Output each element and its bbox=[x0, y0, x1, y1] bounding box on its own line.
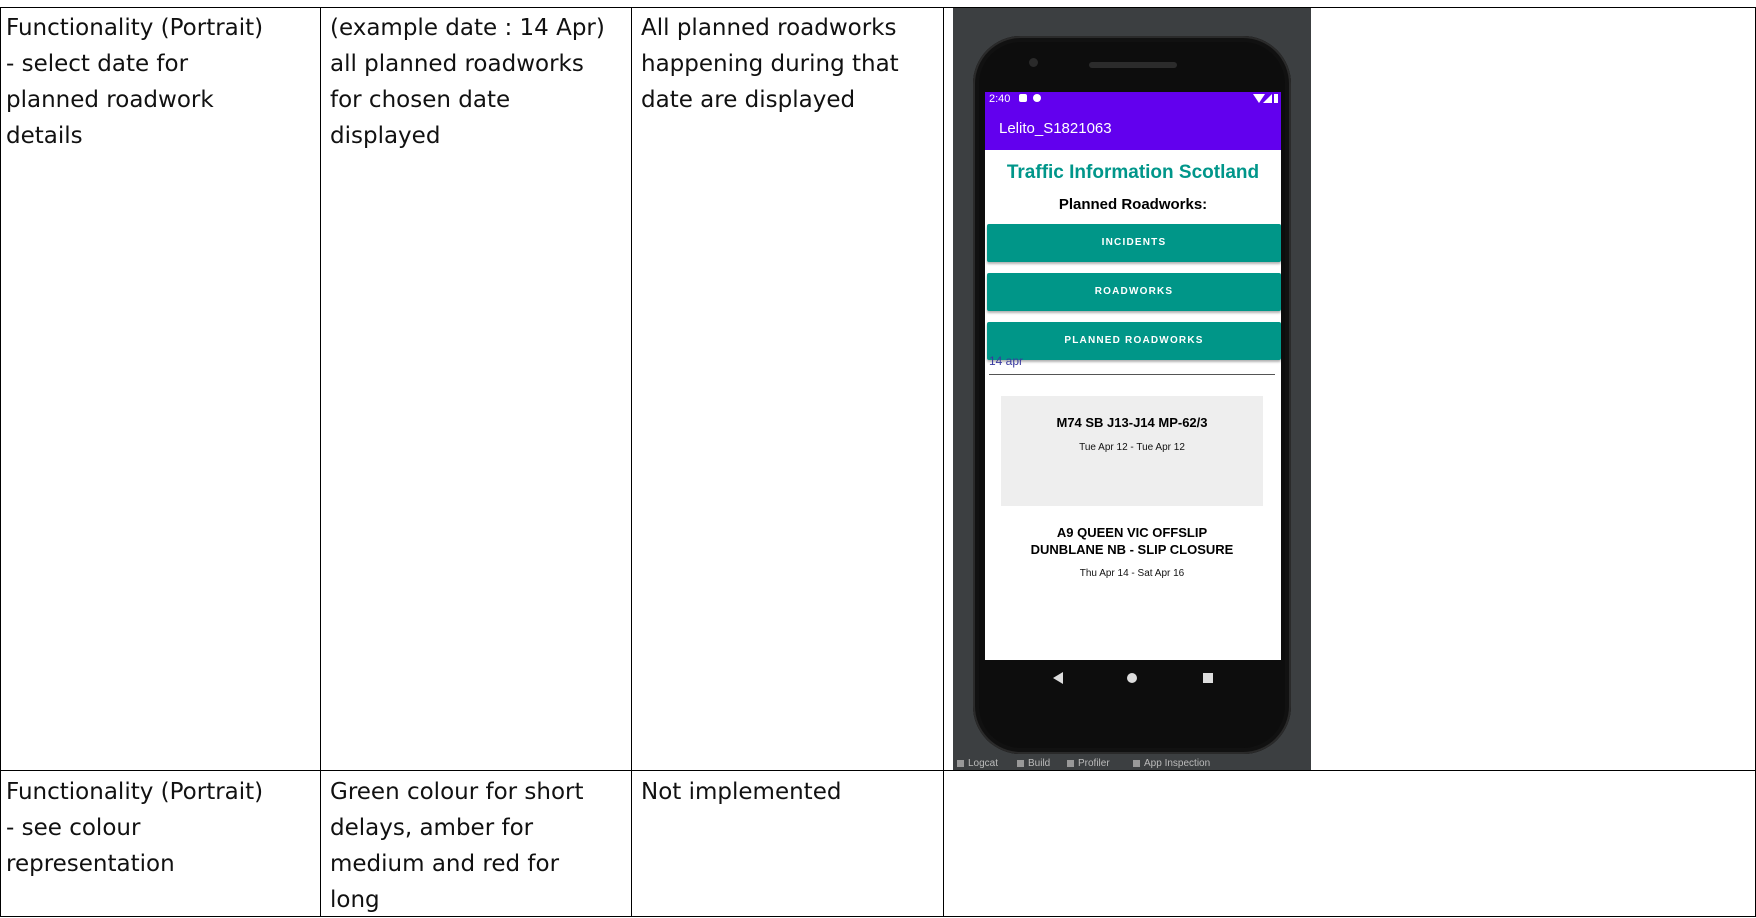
row2-functionality: Functionality (Portrait) - see colour re… bbox=[6, 779, 264, 877]
app-notification-icon bbox=[1033, 94, 1041, 102]
table-bottom-border bbox=[0, 916, 1756, 917]
speaker-grille bbox=[1089, 62, 1177, 68]
logcat-icon bbox=[957, 759, 964, 767]
date-input[interactable]: 14 apr bbox=[989, 354, 1023, 368]
planned-roadworks-button[interactable]: PLANNED ROADWORKS bbox=[987, 322, 1281, 360]
recents-icon[interactable] bbox=[1203, 673, 1213, 683]
profiler-icon bbox=[1067, 759, 1074, 767]
roadworks-button[interactable]: ROADWORKS bbox=[987, 273, 1281, 311]
table-left-border bbox=[0, 7, 1, 917]
table-top-border bbox=[0, 7, 1756, 8]
roadwork-card[interactable]: M74 SB J13-J14 MP-62/3 Tue Apr 12 - Tue … bbox=[1001, 396, 1263, 506]
ide-tool-label: Logcat bbox=[968, 758, 999, 769]
signal-icon bbox=[1263, 94, 1272, 103]
row1-actual: All planned roadworks happening during t… bbox=[641, 15, 899, 113]
ide-tool-logcat[interactable]: Logcat bbox=[957, 758, 998, 769]
ide-tool-label: Build bbox=[1028, 758, 1051, 769]
camera-icon bbox=[1029, 58, 1038, 67]
app-heading: Traffic Information Scotland bbox=[1006, 162, 1260, 183]
android-nav-bar bbox=[985, 660, 1281, 702]
roadwork-dates: Thu Apr 14 - Sat Apr 16 bbox=[1079, 568, 1185, 579]
app-title: Lelito_S1821063 bbox=[999, 120, 1112, 137]
roadwork-title: A9 QUEEN VIC OFFSLIP DUNBLANE NB - SLIP … bbox=[1030, 525, 1234, 557]
ide-tool-app-inspection[interactable]: App Inspection bbox=[1133, 758, 1210, 769]
table-row-divider bbox=[0, 770, 1756, 771]
row1-functionality: Functionality (Portrait) - select date f… bbox=[6, 15, 264, 149]
app-bar: Lelito_S1821063 bbox=[985, 108, 1281, 150]
home-icon[interactable] bbox=[1127, 673, 1137, 683]
ide-tool-profiler[interactable]: Profiler bbox=[1067, 758, 1110, 769]
row2-actual: Not implemented bbox=[641, 779, 842, 805]
inspection-icon bbox=[1133, 759, 1140, 767]
section-heading: Planned Roadworks: bbox=[1058, 196, 1208, 213]
row2-expected: Green colour for short delays, amber for… bbox=[330, 779, 584, 913]
table-col-divider-1 bbox=[320, 7, 321, 917]
ide-tool-bar: Logcat Build Profiler App Inspection bbox=[953, 758, 1311, 770]
table-col-divider-2 bbox=[631, 7, 632, 917]
ide-tool-label: Profiler bbox=[1078, 758, 1110, 769]
hammer-icon bbox=[1017, 759, 1024, 767]
ide-tool-label: App Inspection bbox=[1144, 758, 1211, 769]
status-time: 2:40 bbox=[989, 93, 1011, 105]
notification-icon bbox=[1019, 94, 1027, 102]
status-bar: 2:40 bbox=[985, 92, 1281, 108]
incidents-button[interactable]: INCIDENTS bbox=[987, 224, 1281, 262]
table-col-divider-3 bbox=[943, 7, 944, 917]
emulator-screenshot: 2:40 Lelito_S1821063 Traffic Information… bbox=[953, 8, 1311, 770]
roadwork-card[interactable]: A9 QUEEN VIC OFFSLIP DUNBLANE NB - SLIP … bbox=[1001, 510, 1263, 610]
roadwork-dates: Tue Apr 12 - Tue Apr 12 bbox=[1079, 442, 1185, 453]
battery-icon bbox=[1274, 94, 1278, 103]
date-input-underline bbox=[989, 374, 1275, 375]
phone-screen: 2:40 Lelito_S1821063 Traffic Information… bbox=[985, 92, 1281, 660]
back-icon[interactable] bbox=[1053, 672, 1063, 684]
roadwork-title: M74 SB J13-J14 MP-62/3 bbox=[1056, 415, 1208, 430]
row1-expected: (example date : 14 Apr) all planned road… bbox=[330, 15, 605, 149]
ide-tool-build[interactable]: Build bbox=[1017, 758, 1050, 769]
